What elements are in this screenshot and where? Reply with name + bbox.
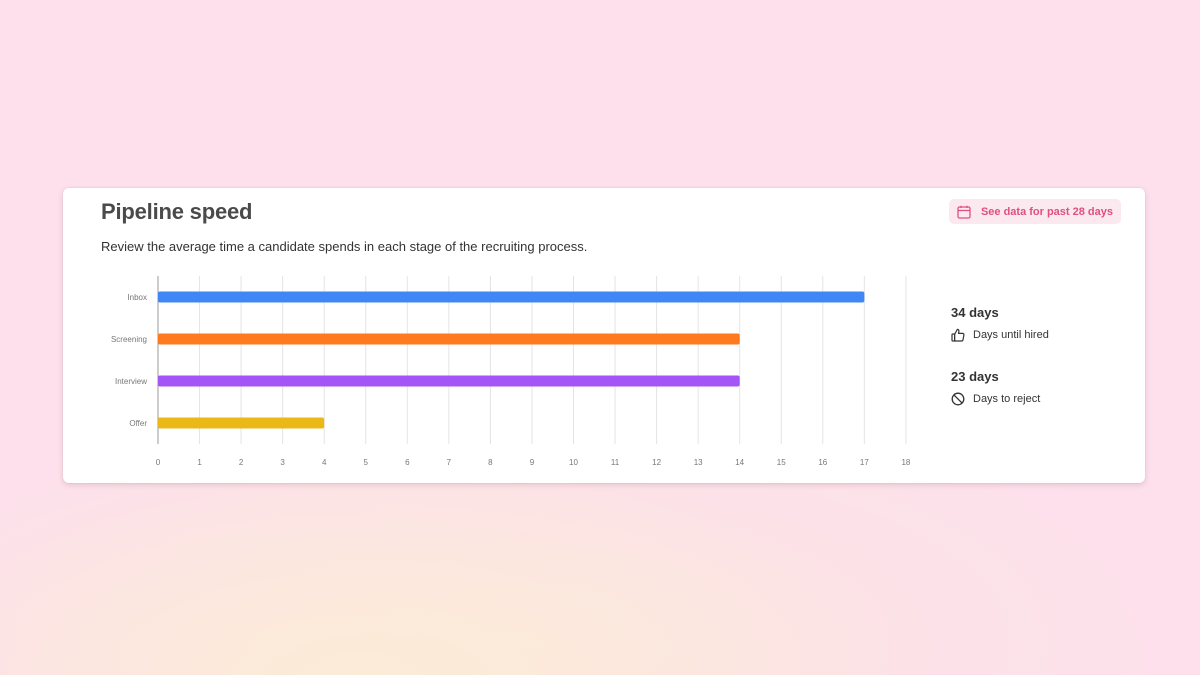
thumbs-up-icon <box>951 328 965 342</box>
x-tick-label: 1 <box>197 458 202 467</box>
bar-interview[interactable] <box>158 375 740 387</box>
stat-days-to-reject: 23 days Days to reject <box>951 369 1040 406</box>
date-range-label: See data for past 28 days <box>980 205 1113 218</box>
x-tick-label: 12 <box>652 458 661 467</box>
x-tick-label: 0 <box>156 458 161 467</box>
card-title: Pipeline speed <box>101 199 253 224</box>
date-range-button[interactable]: See data for past 28 days <box>948 199 1121 224</box>
category-label-screening: Screening <box>111 335 147 344</box>
x-tick-label: 5 <box>364 458 369 467</box>
x-tick-label: 8 <box>488 458 493 467</box>
card-subtitle: Review the average time a candidate spen… <box>101 239 588 254</box>
x-tick-label: 7 <box>447 458 452 467</box>
chart-x-tick-labels: 0 1 2 3 4 5 6 7 8 9 10 11 12 13 14 15 16 17 18 <box>156 458 911 467</box>
x-tick-label: 9 <box>530 458 535 467</box>
x-tick-label: 15 <box>777 458 786 467</box>
category-label-offer: Offer <box>129 419 147 428</box>
x-tick-label: 14 <box>735 458 744 467</box>
block-icon <box>951 392 965 406</box>
x-tick-label: 11 <box>611 458 620 467</box>
stat-value: 23 days <box>951 369 999 384</box>
calendar-icon <box>957 205 971 219</box>
bar-offer[interactable] <box>158 417 325 429</box>
x-tick-label: 2 <box>239 458 244 467</box>
pipeline-speed-card: Inbox Screening Interview Offer 01234567891… <box>63 188 1145 483</box>
stat-label: Days to reject <box>973 393 1041 405</box>
bar-inbox[interactable] <box>158 291 865 303</box>
category-label-interview: Interview <box>115 377 147 386</box>
x-tick-label: 3 <box>280 458 285 467</box>
chart-bars <box>158 291 865 429</box>
stat-label: Days until hired <box>973 329 1049 341</box>
x-tick-label: 16 <box>818 458 827 467</box>
x-tick-label: 6 <box>405 458 410 467</box>
stat-value: 34 days <box>951 305 999 320</box>
chart-category-labels: Inbox Screening Interview Offer <box>111 293 147 428</box>
x-tick-label: 18 <box>901 458 910 467</box>
x-tick-label: 17 <box>860 458 869 467</box>
x-tick-label: 13 <box>694 458 703 467</box>
x-tick-label: 10 <box>569 458 578 467</box>
bar-screening[interactable] <box>158 333 740 345</box>
category-label-inbox: Inbox <box>127 293 147 302</box>
stat-days-until-hired: 34 days Days until hired <box>951 305 1049 342</box>
x-tick-label: 4 <box>322 458 327 467</box>
